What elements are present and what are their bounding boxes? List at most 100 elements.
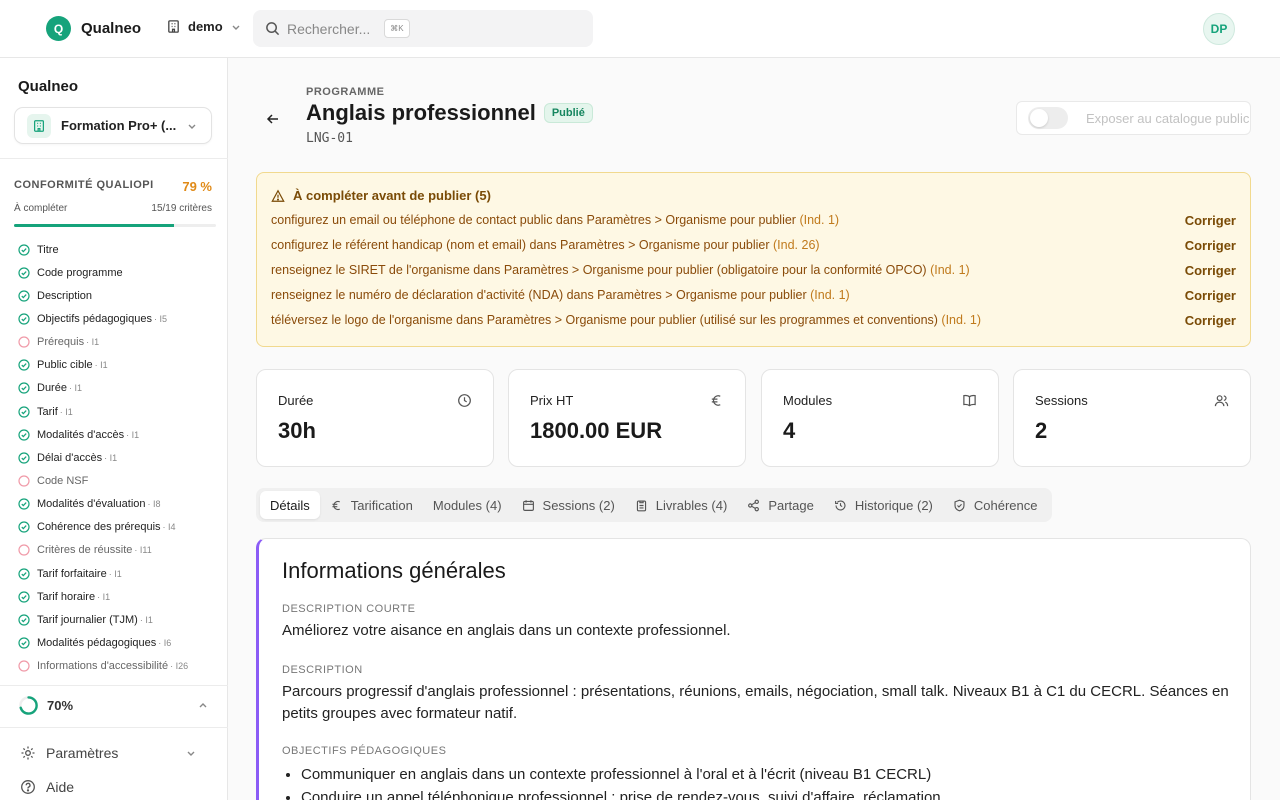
qualiopi-label: CONFORMITÉ QUALIOPI	[14, 179, 154, 191]
criterion-label: Cohérence des prérequis	[37, 521, 161, 534]
organization-select[interactable]: Formation Pro+ (...	[14, 107, 212, 144]
stat-card-modules: Modules 4	[761, 369, 999, 467]
tab-coherence[interactable]: Cohérence	[943, 491, 1048, 519]
chevron-down-icon	[188, 124, 196, 129]
tab-pricing[interactable]: Tarification	[320, 491, 423, 519]
criterion-item[interactable]: Délai d'accès · I1	[18, 446, 218, 469]
stat-label: Sessions	[1035, 393, 1088, 408]
page-eyebrow: PROGRAMME	[306, 86, 385, 98]
help-link[interactable]: Aide	[20, 779, 208, 795]
catalog-toggle[interactable]: Exposer au catalogue public	[1016, 101, 1251, 135]
sidebar-title: Qualneo	[18, 78, 79, 95]
qualiopi-header: CONFORMITÉ QUALIOPI 79 %	[14, 179, 212, 194]
tab-label: Tarification	[350, 497, 413, 513]
back-button[interactable]	[265, 111, 281, 130]
program-code: LNG-01	[306, 131, 353, 146]
objective-item: Communiquer en anglais dans un contexte …	[301, 763, 1237, 786]
warning-text: renseignez le numéro de déclaration d'ac…	[271, 288, 850, 303]
section-title: Informations générales	[282, 558, 506, 583]
stat-card-sessions: Sessions 2	[1013, 369, 1251, 467]
tab-bar: Détails Tarification Modules (4) Session…	[256, 488, 1052, 522]
stat-value: 2	[1035, 418, 1048, 443]
score-widget[interactable]: 70%	[18, 695, 210, 716]
criterion-item[interactable]: Objectifs pédagogiques · I5	[18, 307, 218, 330]
criterion-label: Description	[37, 289, 93, 302]
chevron-down-icon	[187, 751, 195, 756]
criterion-item[interactable]: Modalités pédagogiques · I6	[18, 631, 218, 654]
clipboard-icon	[636, 499, 646, 511]
check-circle-icon	[18, 313, 30, 325]
warning-item: renseignez le SIRET de l'organisme dans …	[271, 263, 1236, 278]
help-label: Aide	[46, 779, 75, 795]
criterion-item[interactable]: Critères de réussite · I11	[18, 539, 218, 562]
warning-text: configurez le référent handicap (nom et …	[271, 238, 820, 253]
toggle-switch[interactable]	[1028, 107, 1068, 129]
criterion-label: Tarif forfaitaire	[37, 567, 107, 580]
criterion-indicator: · I4	[162, 522, 176, 533]
brand[interactable]: Q Qualneo	[46, 16, 141, 41]
warning-title-text: À compléter avant de publier (5)	[293, 188, 491, 203]
criterion-label: Tarif horaire	[37, 590, 96, 603]
tab-history[interactable]: Historique (2)	[824, 491, 943, 519]
check-circle-icon	[18, 382, 30, 395]
criterion-item[interactable]: Durée · I1	[18, 377, 218, 400]
stat-label: Modules	[783, 393, 833, 408]
criterion-item[interactable]: Tarif forfaitaire · I1	[18, 562, 218, 585]
criterion-label: Code programme	[37, 266, 123, 279]
criterion-indicator: · I6	[158, 637, 172, 648]
warning-indicator: (Ind. 1)	[799, 213, 840, 227]
workspace-name: demo	[188, 19, 223, 34]
warning-indicator: (Ind. 1)	[941, 313, 982, 327]
stat-value: 30h	[278, 418, 316, 443]
check-circle-icon	[18, 243, 30, 256]
fix-button[interactable]: Corriger	[1185, 263, 1236, 278]
check-circle-icon	[18, 359, 30, 371]
criterion-indicator: · I1	[108, 568, 122, 579]
divider	[0, 685, 228, 686]
share-icon	[748, 499, 760, 511]
criterion-item[interactable]: Cohérence des prérequis · I4	[18, 516, 218, 539]
fix-button[interactable]: Corriger	[1185, 288, 1236, 303]
warning-item: configurez le référent handicap (nom et …	[271, 238, 1236, 253]
criterion-item[interactable]: Tarif · I1	[18, 400, 218, 423]
tab-modules[interactable]: Modules (4)	[423, 491, 512, 519]
criterion-indicator: · I8	[147, 499, 161, 510]
check-circle-icon	[18, 452, 30, 464]
user-avatar[interactable]: DP	[1203, 13, 1235, 45]
fix-button[interactable]: Corriger	[1185, 238, 1236, 253]
criterion-label: Modalités d'accès	[37, 428, 125, 441]
criterion-item[interactable]: Description	[18, 284, 218, 307]
check-circle-icon	[18, 267, 30, 279]
check-circle-icon	[18, 498, 30, 510]
title-row: Anglais professionnel Publié	[306, 100, 593, 126]
criterion-label: Tarif journalier (TJM)	[37, 613, 138, 626]
settings-link[interactable]: Paramètres	[20, 745, 208, 761]
criterion-item[interactable]: Tarif horaire · I1	[18, 585, 218, 608]
criterion-item[interactable]: Prérequis · I1	[18, 331, 218, 354]
workspace-switcher[interactable]: demo	[166, 19, 248, 34]
tab-details[interactable]: Détails	[260, 491, 320, 519]
criterion-item[interactable]: Public cible · I1	[18, 354, 218, 377]
criterion-indicator: · I11	[134, 545, 152, 556]
divider	[0, 158, 228, 159]
tab-label: Historique (2)	[854, 497, 933, 513]
tab-deliverables[interactable]: Livrables (4)	[625, 491, 738, 519]
fix-button[interactable]: Corriger	[1185, 313, 1236, 328]
fix-button[interactable]: Corriger	[1185, 213, 1236, 228]
criterion-item[interactable]: Titre	[18, 238, 218, 261]
publish-warning: À compléter avant de publier (5) configu…	[256, 172, 1251, 347]
stat-value: 1800.00 EUR	[530, 418, 663, 443]
tab-sharing[interactable]: Partage	[737, 491, 824, 519]
organization-icon	[27, 113, 51, 138]
search-input[interactable]: Rechercher... ⌘K	[253, 10, 593, 47]
criterion-item[interactable]: Code NSF	[18, 469, 218, 492]
criterion-label: Délai d'accès	[37, 451, 103, 464]
criterion-item[interactable]: Code programme	[18, 261, 218, 284]
tab-label: Livrables (4)	[655, 497, 728, 513]
criterion-item[interactable]: Tarif journalier (TJM) · I1	[18, 608, 218, 631]
tab-label: Sessions (2)	[542, 497, 615, 513]
criterion-item[interactable]: Modalités d'accès · I1	[18, 423, 218, 446]
tab-sessions[interactable]: Sessions (2)	[512, 491, 625, 519]
criterion-item[interactable]: Informations d'accessibilité · I26	[18, 655, 218, 678]
criterion-item[interactable]: Modalités d'évaluation · I8	[18, 493, 218, 516]
